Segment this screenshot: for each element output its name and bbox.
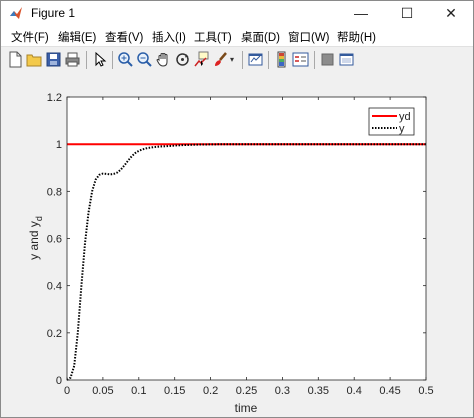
x-tick-labels: 0 0.05 0.1 0.15 0.2 0.25 0.3 0.35 0.4 0.45 0.5 [64, 385, 434, 397]
x-tick-label: 0.2 [203, 385, 218, 397]
figure-canvas: 0 0.05 0.1 0.15 0.2 0.25 0.3 0.35 0.4 0.45 0.5 0 0.… [1, 73, 473, 417]
menu-tools[interactable]: 工具(T) [194, 29, 232, 45]
toolbar-separator [268, 51, 269, 69]
plot-area[interactable]: 0 0.05 0.1 0.15 0.2 0.25 0.3 0.35 0.4 0.45 0.5 0 0.… [1, 73, 473, 417]
toolbar-separator [86, 51, 87, 69]
zoom-in-icon[interactable] [117, 51, 134, 68]
x-tick-label: 0.1 [131, 385, 146, 397]
figure-window: Figure 1 — ☐ ✕ 文件(F) 编辑(E) 查看(V) 插入(I) 工… [0, 0, 474, 418]
maximize-button[interactable]: ☐ [385, 1, 429, 26]
menu-desktop[interactable]: 桌面(D) [241, 29, 280, 45]
show-plot-tools-icon[interactable] [338, 51, 355, 68]
toolbar-separator [314, 51, 315, 69]
axes-background [67, 97, 426, 380]
brush-icon[interactable] [212, 51, 229, 68]
minimize-button[interactable]: — [339, 1, 383, 26]
save-icon[interactable] [45, 51, 62, 68]
x-tick-label: 0.3 [275, 385, 290, 397]
menu-view[interactable]: 查看(V) [105, 29, 143, 45]
print-icon[interactable] [64, 51, 81, 68]
y-tick-label: 1 [56, 139, 62, 151]
insert-legend-icon[interactable] [292, 51, 309, 68]
hide-plot-tools-icon[interactable] [319, 51, 336, 68]
window-title: Figure 1 [31, 6, 76, 20]
menu-window[interactable]: 窗口(W) [288, 29, 330, 45]
figure-toolbar: ▾ [1, 46, 473, 74]
toolbar-separator [112, 51, 113, 69]
brush-dropdown-chevron-icon[interactable]: ▾ [230, 51, 238, 68]
y-tick-label: 1.2 [47, 92, 62, 104]
x-axis-label: time [235, 401, 258, 415]
pan-hand-icon[interactable] [155, 51, 172, 68]
x-tick-label: 0.15 [164, 385, 185, 397]
y-tick-label: 0.2 [47, 328, 62, 340]
y-tick-label: 0 [56, 375, 62, 387]
data-cursor-icon[interactable] [193, 51, 210, 68]
x-tick-label: 0.25 [236, 385, 257, 397]
edit-plot-arrow-icon[interactable] [91, 51, 108, 68]
y-tick-label: 0.8 [47, 186, 62, 198]
new-figure-icon[interactable] [7, 51, 24, 68]
link-plot-icon[interactable] [247, 51, 264, 68]
open-file-icon[interactable] [26, 51, 43, 68]
rotate-3d-icon[interactable] [174, 51, 191, 68]
menu-insert[interactable]: 插入(I) [152, 29, 186, 45]
legend-label-yd: yd [399, 111, 411, 123]
x-tick-label: 0.05 [92, 385, 113, 397]
legend-label-y: y [399, 123, 405, 135]
toolbar-separator [242, 51, 243, 69]
x-tick-label: 0.45 [379, 385, 400, 397]
insert-colorbar-icon[interactable] [273, 51, 290, 68]
y-axis-label: y and yd [27, 216, 44, 260]
menu-bar: 文件(F) 编辑(E) 查看(V) 插入(I) 工具(T) 桌面(D) 窗口(W… [1, 26, 473, 46]
zoom-out-icon[interactable] [136, 51, 153, 68]
menu-file[interactable]: 文件(F) [11, 29, 49, 45]
menu-help[interactable]: 帮助(H) [337, 29, 376, 45]
y-tick-label: 0.4 [47, 281, 62, 293]
menu-edit[interactable]: 编辑(E) [58, 29, 96, 45]
x-tick-label: 0.35 [308, 385, 329, 397]
title-bar[interactable]: Figure 1 — ☐ ✕ [1, 1, 473, 26]
y-tick-labels: 0 0.2 0.4 0.6 0.8 1 1.2 [47, 92, 62, 387]
legend[interactable]: yd y [368, 107, 415, 136]
x-tick-label: 0 [64, 385, 70, 397]
x-tick-label: 0.4 [347, 385, 362, 397]
y-tick-label: 0.6 [47, 234, 62, 246]
matlab-app-icon [10, 7, 22, 19]
x-tick-label: 0.5 [418, 385, 433, 397]
close-button[interactable]: ✕ [429, 1, 473, 26]
